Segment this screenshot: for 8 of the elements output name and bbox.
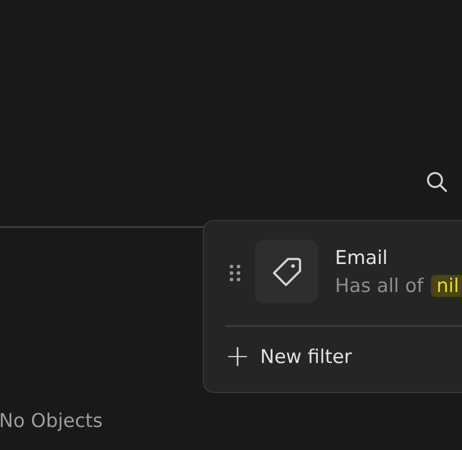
- search-icon[interactable]: [425, 170, 449, 194]
- new-filter-button[interactable]: + New filter: [225, 345, 352, 369]
- filter-condition: Has all of: [335, 274, 424, 296]
- filter-value-chip[interactable]: nil: [431, 274, 462, 296]
- drag-handle-icon[interactable]: [229, 264, 241, 282]
- empty-state-title: No Objects: [0, 409, 103, 433]
- tag-icon: [270, 256, 302, 288]
- filter-field: Email: [335, 246, 462, 268]
